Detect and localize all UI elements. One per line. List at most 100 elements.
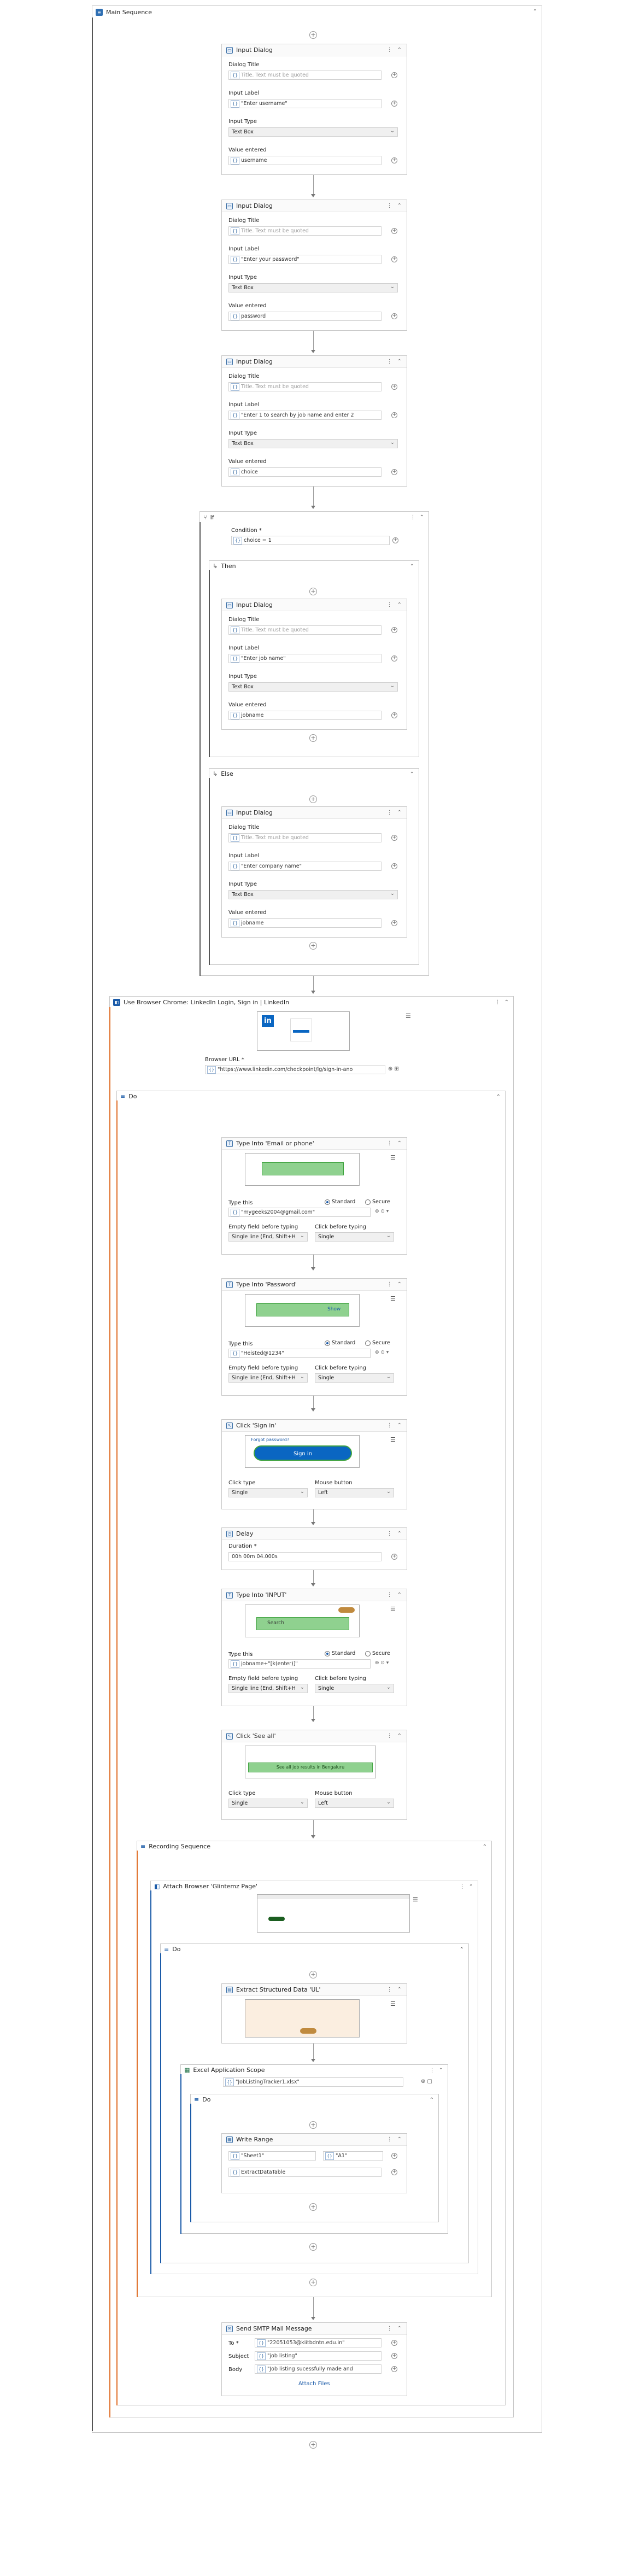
click-before-select[interactable]: Single — [315, 1232, 394, 1242]
add-icon[interactable]: + — [391, 712, 397, 718]
extract-target-screenshot[interactable] — [245, 1999, 360, 2038]
hamburger-icon[interactable]: ☰ — [390, 1436, 396, 1443]
activity-menu-icon[interactable]: ⋮ ⌃ — [386, 1592, 403, 1598]
add-activity-button[interactable]: + — [309, 1971, 317, 1978]
input-type-select[interactable]: Text Box — [228, 127, 398, 137]
add-activity-button[interactable]: + — [309, 31, 317, 39]
empty-field-select[interactable]: Single line (End, Shift+H — [228, 1232, 308, 1242]
activity-menu-icon[interactable]: ⋮ ⌃ — [459, 1884, 474, 1890]
dialog-title-input[interactable]: {} Title. Text must be quoted — [228, 226, 381, 236]
value-entered-field[interactable]: {} jobname — [228, 711, 381, 720]
add-activity-button[interactable]: + — [309, 942, 317, 950]
collapse-icon[interactable]: ⌃ — [410, 564, 415, 570]
url-input[interactable]: {} "https://www.linkedin.com/checkpoint/l… — [205, 1065, 385, 1074]
add-icon[interactable]: + — [391, 1554, 397, 1560]
add-icon[interactable]: + — [391, 72, 397, 78]
extract-structured-data[interactable]: ▤ Extract Structured Data 'UL' ⋮ ⌃ ☰ — [221, 1983, 407, 2044]
hamburger-icon[interactable]: ☰ — [390, 2000, 396, 2007]
add-activity-button[interactable]: + — [309, 734, 317, 742]
collapse-icon[interactable]: ⌃ — [496, 1094, 502, 1100]
delay-activity[interactable]: ◷ Delay ⋮ ⌃ Duration * 00h 00m 04.000s + — [221, 1527, 407, 1570]
dialog-title-input[interactable]: {} Title. Text must be quoted — [228, 382, 381, 391]
add-icon[interactable]: + — [391, 256, 397, 262]
add-icon[interactable]: + — [391, 412, 397, 418]
value-entered-field[interactable]: {} choice — [228, 467, 381, 477]
click-sign-in[interactable]: ↖ Click 'Sign in' ⋮ ⌃ Forgot password? Sig… — [221, 1419, 407, 1509]
linkedin-screenshot[interactable]: in — [257, 1011, 350, 1051]
activity-menu-icon[interactable]: ⋮ ⌃ — [386, 1733, 403, 1739]
folder-icon[interactable]: ⊕ ▢ — [421, 2079, 432, 2085]
mouse-button-select[interactable]: Left — [315, 1798, 394, 1808]
activity-menu-icon[interactable]: ⋮ ⌃ — [429, 2068, 444, 2074]
value-entered-field[interactable]: {} password — [228, 312, 381, 321]
datatable-input[interactable]: {} ExtractDataTable — [228, 2168, 381, 2177]
add-activity-button[interactable]: + — [309, 2243, 317, 2251]
add-icon[interactable]: + — [391, 228, 397, 234]
activity-menu-icon[interactable]: ⋮ ⌃ — [386, 359, 403, 365]
to-input[interactable]: {} "22051053@kiitbdntn.edu.in" — [255, 2338, 381, 2347]
secure-radio[interactable]: Secure — [365, 1650, 390, 1656]
add-icon[interactable]: + — [391, 2153, 397, 2159]
condition-input[interactable]: {} choice = 1 — [231, 536, 390, 545]
click-before-select[interactable]: Single — [315, 1683, 394, 1693]
add-icon[interactable]: + — [391, 101, 397, 107]
add-activity-button[interactable]: + — [309, 2279, 317, 2286]
input-label-field[interactable]: {} "Enter your password" — [228, 255, 381, 264]
secure-radio[interactable]: Secure — [365, 1340, 390, 1346]
subject-input[interactable]: {} "job listing" — [255, 2351, 381, 2361]
add-activity-button[interactable]: + — [309, 2121, 317, 2129]
see-all-target-screenshot[interactable]: See all job results in Bengaluru — [245, 1746, 376, 1778]
input-tools-icons[interactable]: ⊕ ⊙ ▾ — [375, 1209, 389, 1214]
type-this-input[interactable]: {} "mygeeks2004@gmail.com" — [228, 1208, 371, 1217]
add-icon[interactable]: + — [391, 835, 397, 841]
type-into-input[interactable]: T Type Into 'INPUT' ⋮ ⌃ Search ☰ Type this… — [221, 1589, 407, 1706]
activity-menu-icon[interactable]: ⋮ ⌃ — [386, 2326, 403, 2332]
activity-menu-icon[interactable]: ⋮ ⌃ — [386, 1531, 403, 1537]
main-sequence-header[interactable]: ≡ Main Sequence ⌃ — [92, 6, 542, 18]
body-input[interactable]: {} "Job listing sucessfully made and — [255, 2364, 381, 2374]
input-tools-icons[interactable]: ⊕ ⊙ ▾ — [375, 1350, 389, 1355]
email-target-screenshot[interactable] — [245, 1153, 360, 1186]
click-type-select[interactable]: Single — [228, 1798, 308, 1808]
input-dialog-else[interactable]: ▭ Input Dialog ⋮ ⌃ Dialog Title {} Title. T… — [221, 806, 407, 938]
send-smtp-mail[interactable]: ✉ Send SMTP Mail Message ⋮ ⌃ To * {} "22051… — [221, 2322, 407, 2396]
input-label-field[interactable]: {} "Enter job name" — [228, 654, 381, 663]
hamburger-icon[interactable]: ☰ — [413, 1896, 418, 1903]
duration-input[interactable]: 00h 00m 04.000s — [228, 1552, 381, 1561]
input-type-select[interactable]: Text Box — [228, 283, 398, 292]
empty-field-select[interactable]: Single line (End, Shift+H — [228, 1683, 308, 1693]
activity-menu-icon[interactable]: ⋮ ⌃ — [386, 810, 403, 816]
add-icon[interactable]: + — [392, 537, 398, 543]
add-icon[interactable]: + — [391, 157, 397, 163]
collapse-icon[interactable]: ⌃ — [460, 1947, 465, 1953]
password-target-screenshot[interactable]: Show — [245, 1294, 360, 1327]
collapse-icon[interactable]: ⌃ — [483, 1844, 488, 1850]
input-tools-icons[interactable]: ⊕ ⊙ ▾ — [375, 1660, 389, 1666]
add-activity-button[interactable]: + — [309, 588, 317, 595]
activity-menu-icon[interactable]: ⋮ ⌃ — [386, 203, 403, 209]
hamburger-icon[interactable]: ☰ — [390, 1295, 396, 1302]
type-this-input[interactable]: {} "Heisted@1234" — [228, 1349, 371, 1358]
add-activity-button[interactable]: + — [309, 2441, 317, 2449]
sign-in-target-screenshot[interactable]: Forgot password? Sign in — [245, 1435, 360, 1468]
activity-menu-icon[interactable]: ⋮ ⌃ — [386, 1987, 403, 1993]
activity-menu-icon[interactable]: ⋮ ⌃ — [410, 514, 425, 520]
add-icon[interactable]: + — [391, 863, 397, 869]
attach-target-screenshot[interactable] — [257, 1894, 410, 1933]
add-icon[interactable]: + — [391, 920, 397, 926]
activity-menu-icon[interactable]: ⋮ ⌃ — [386, 47, 403, 53]
click-see-all[interactable]: ↖ Click 'See all' ⋮ ⌃ See all job results … — [221, 1730, 407, 1820]
input-target-screenshot[interactable]: Search — [245, 1605, 360, 1637]
input-label-field[interactable]: {} "Enter company name" — [228, 862, 381, 871]
add-icon[interactable]: + — [391, 469, 397, 475]
empty-field-select[interactable]: Single line (End, Shift+H — [228, 1373, 308, 1383]
dialog-title-input[interactable]: {} Title. Text must be quoted — [228, 71, 381, 80]
activity-menu-icon[interactable]: ⋮ ⌃ — [386, 1140, 403, 1146]
url-tools-icons[interactable]: ⊕ ⊞ — [388, 1066, 399, 1072]
standard-radio[interactable]: Standard — [325, 1340, 355, 1346]
standard-radio[interactable]: Standard — [325, 1199, 355, 1205]
sheet-input[interactable]: {} "Sheet1" — [228, 2151, 316, 2161]
type-into-email[interactable]: T Type Into 'Email or phone' ⋮ ⌃ ☰ Type th… — [221, 1137, 407, 1255]
input-type-select[interactable]: Text Box — [228, 682, 398, 692]
add-icon[interactable]: + — [391, 2340, 397, 2346]
